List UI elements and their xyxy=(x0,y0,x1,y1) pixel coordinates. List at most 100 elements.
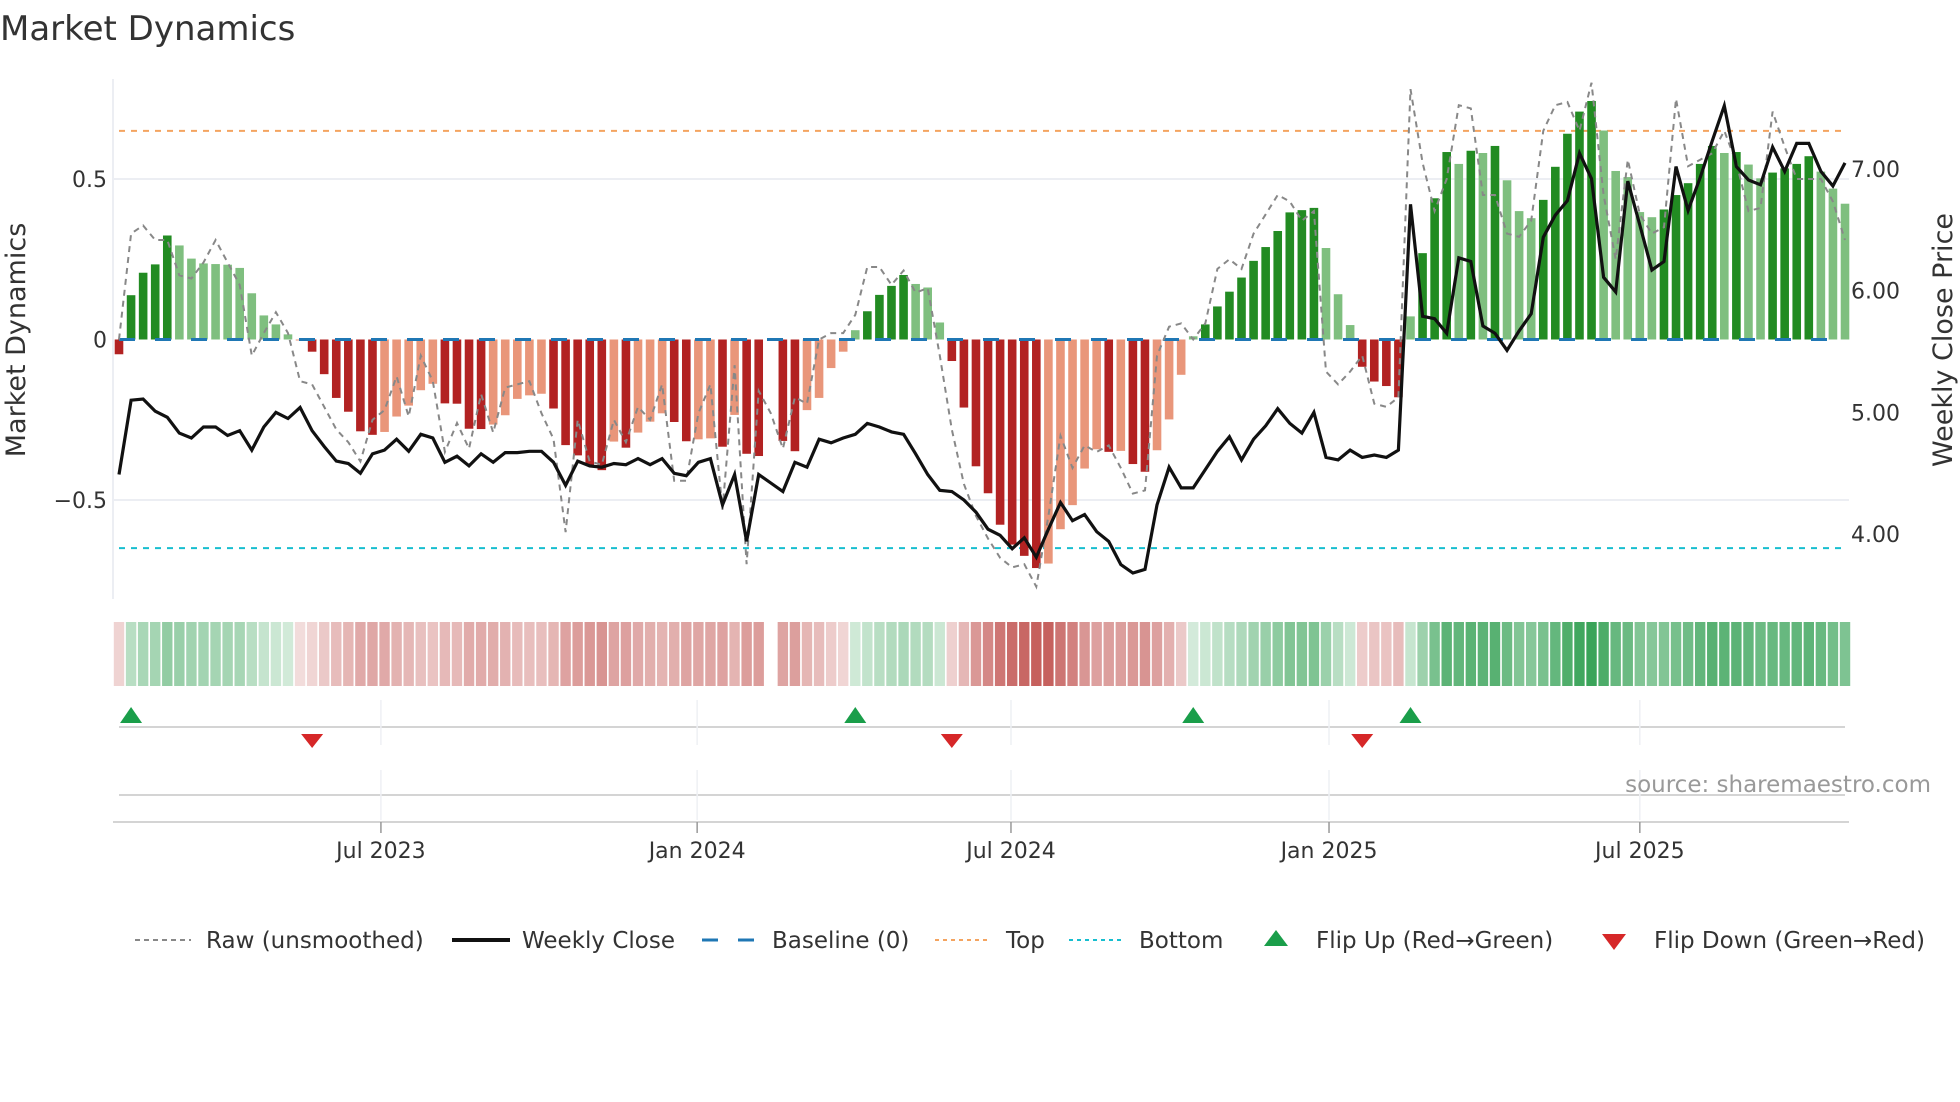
heat-strip-cell xyxy=(1707,622,1718,686)
heat-strip-cell xyxy=(970,622,982,686)
heat-strip-cell xyxy=(669,622,680,686)
heat-strip-cell xyxy=(1357,622,1368,686)
heat-strip-cell xyxy=(403,622,414,686)
momentum-bar xyxy=(1261,247,1270,340)
heat-strip-cell xyxy=(500,622,511,686)
momentum-bar xyxy=(995,339,1005,525)
momentum-bar xyxy=(681,339,691,442)
momentum-bar xyxy=(1309,207,1319,340)
heat-strip-cell xyxy=(1477,622,1489,686)
heat-strip-cell xyxy=(789,622,801,686)
momentum-bar xyxy=(1213,306,1222,340)
heat-strip-cell xyxy=(1731,622,1742,686)
heat-strip-cell xyxy=(717,622,728,686)
y-axis-title: Market Dynamics xyxy=(1,223,32,458)
momentum-bar xyxy=(1454,163,1464,340)
momentum-bar xyxy=(1249,260,1258,340)
momentum-bar xyxy=(500,339,510,416)
heat-strip-cell xyxy=(910,622,921,686)
heat-strip-cell xyxy=(222,622,233,686)
heat-strip-cell xyxy=(1115,622,1127,686)
momentum-bar xyxy=(1551,166,1560,340)
heat-strip-cell xyxy=(270,622,282,686)
momentum-bar xyxy=(1007,339,1017,545)
momentum-bar xyxy=(1647,217,1657,340)
momentum-bar xyxy=(959,339,969,408)
heat-strip-cell xyxy=(1562,622,1573,686)
momentum-bar xyxy=(826,339,836,369)
heat-strip-cell xyxy=(1767,622,1778,686)
momentum-bar xyxy=(307,339,317,352)
momentum-bar xyxy=(416,339,426,391)
legend-item-bottom: Bottom xyxy=(1069,928,1223,954)
heat-strip-cell xyxy=(825,622,837,686)
heat-strip-cell xyxy=(1296,622,1308,686)
momentum-bar xyxy=(585,339,595,466)
heat-strip-cell xyxy=(874,622,885,686)
momentum-bar xyxy=(199,263,208,340)
legend-item-close: Weekly Close xyxy=(452,928,675,954)
heat-strip-cell xyxy=(705,622,716,686)
x-tick-label: Jul 2024 xyxy=(964,839,1056,864)
heat-strip-cell xyxy=(946,622,958,686)
momentum-bar xyxy=(344,339,353,412)
momentum-bar xyxy=(1333,294,1343,340)
flip-up-marker xyxy=(1182,707,1205,723)
heat-strip-cell xyxy=(584,622,595,686)
heat-strip-cell xyxy=(306,622,318,686)
heat-strip-cell xyxy=(174,622,185,686)
momentum-bar xyxy=(838,339,848,352)
heat-strip-cell xyxy=(1332,622,1344,686)
heat-strip-cell xyxy=(1139,622,1151,686)
heat-strip-cell xyxy=(1453,622,1464,686)
momentum-bar xyxy=(440,339,450,404)
heat-strip-cell xyxy=(1236,622,1247,686)
heat-strip-cell xyxy=(813,622,825,686)
heat-strip-cell xyxy=(343,622,354,686)
flip-down-marker xyxy=(940,734,963,748)
momentum-bar xyxy=(488,339,498,425)
heat-strip-cell xyxy=(1513,622,1525,686)
legend-label: Bottom xyxy=(1139,928,1223,954)
heat-strip-cell xyxy=(1525,622,1537,686)
momentum-bar xyxy=(404,339,413,406)
momentum-bar xyxy=(983,339,993,494)
momentum-bar xyxy=(1357,339,1367,367)
flip-up-icon xyxy=(1264,930,1288,946)
heat-strip-cell xyxy=(1743,622,1754,686)
heat-strip-cell xyxy=(1839,622,1851,686)
momentum-bar xyxy=(464,339,474,429)
momentum-bar xyxy=(1514,211,1524,340)
heat-strip-cell xyxy=(801,622,813,686)
momentum-bar xyxy=(1297,210,1307,340)
heat-strip-cell xyxy=(137,622,149,686)
momentum-bar xyxy=(175,245,184,340)
heat-strip-cell xyxy=(777,622,789,686)
momentum-bar xyxy=(875,294,884,340)
momentum-bar xyxy=(1032,339,1041,569)
heat-strip-cell xyxy=(318,622,330,686)
heat-strip-cell xyxy=(1598,622,1609,686)
momentum-bar xyxy=(1587,100,1596,340)
x-tick-label: Jul 2023 xyxy=(334,839,426,864)
momentum-bar xyxy=(549,339,558,409)
heat-strip-cell xyxy=(1634,622,1646,686)
heat-strip-cell xyxy=(1441,622,1452,686)
legend: Raw (unsmoothed) Weekly Close Baseline (0)… xyxy=(135,928,1925,954)
legend-label: Raw (unsmoothed) xyxy=(206,928,424,954)
heat-strip-cell xyxy=(1284,622,1295,686)
momentum-bar xyxy=(1490,145,1500,340)
momentum-bar xyxy=(1140,339,1150,472)
heat-strip-cell xyxy=(1260,622,1271,686)
heat-strip-cell xyxy=(850,622,861,686)
heat-strip-cell xyxy=(1719,622,1730,686)
momentum-bar xyxy=(223,264,232,340)
momentum-bar xyxy=(778,339,788,441)
heat-strip-cell xyxy=(1670,622,1682,686)
momentum-bar xyxy=(1732,152,1741,340)
momentum-bar xyxy=(1538,199,1548,340)
momentum-bar xyxy=(609,339,619,442)
heat-strip-cell xyxy=(512,622,523,686)
momentum-bar xyxy=(899,274,908,340)
momentum-bar xyxy=(1201,324,1210,340)
